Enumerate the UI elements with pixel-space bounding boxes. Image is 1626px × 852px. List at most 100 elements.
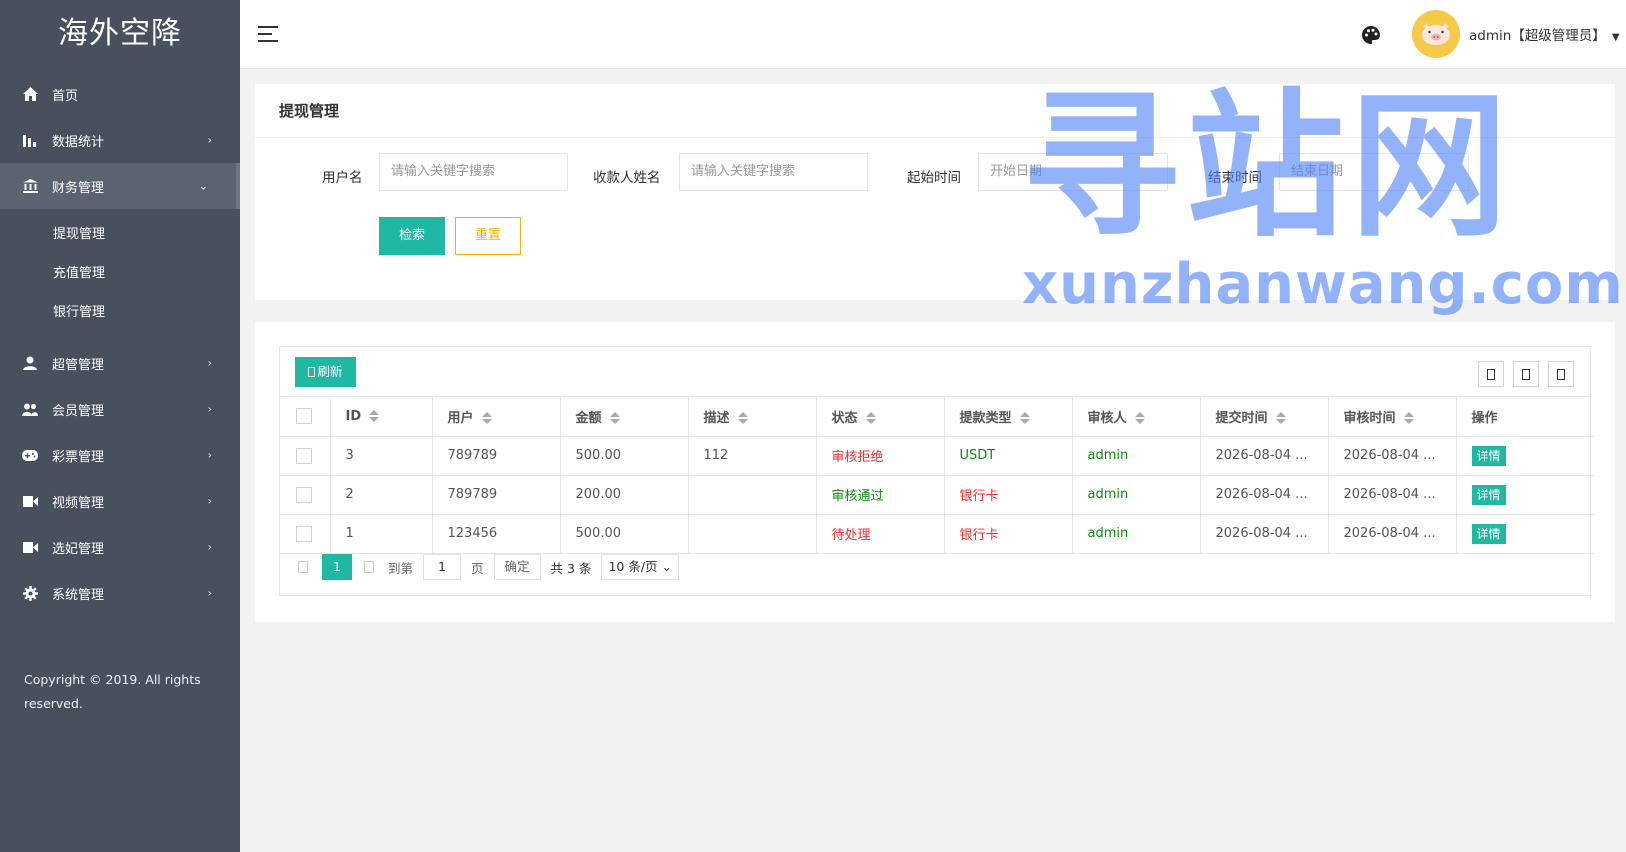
page-current[interactable]: 1 — [322, 554, 352, 580]
palette-icon[interactable] — [1362, 26, 1380, 44]
sidebar-item-select[interactable]: 选妃管理 › — [0, 524, 240, 570]
sidebar-item-home[interactable]: 首页 — [0, 71, 240, 117]
payee-label: 收款人姓名 — [593, 170, 661, 186]
avatar[interactable] — [1412, 10, 1460, 58]
refresh-label: 刷新 — [317, 364, 343, 379]
column-header-desc[interactable]: 描述 — [688, 397, 817, 437]
row-checkbox[interactable] — [296, 447, 312, 464]
sort-icon[interactable] — [1275, 412, 1286, 425]
chevron-right-icon: › — [207, 402, 212, 416]
sidebar-item-label: 彩票管理 — [52, 449, 105, 465]
column-header-action: 操作 — [1456, 397, 1594, 437]
sort-icon[interactable] — [609, 412, 620, 425]
detail-button[interactable]: 详情 — [1471, 445, 1506, 466]
column-label: 提款类型 — [959, 410, 1012, 426]
column-header-type[interactable]: 提款类型 — [944, 397, 1073, 437]
cell-action: 详情 — [1456, 436, 1594, 476]
column-header-amount[interactable]: 金额 — [560, 397, 689, 437]
withdraw-table: ID 用户 金额 描述 状态 提款类型 审核人 提交时间 审核时间 操作 3 7… — [280, 397, 1594, 554]
detail-button[interactable]: 详情 — [1471, 484, 1506, 505]
gamepad-icon — [22, 447, 38, 463]
prev-page-icon[interactable] — [298, 561, 308, 573]
bank-icon — [22, 178, 38, 194]
gear-icon — [22, 585, 38, 601]
goto-page-input[interactable]: 1 — [423, 554, 462, 580]
video-icon — [22, 539, 38, 555]
user-menu[interactable]: admin【超级管理员】 ▼ — [1469, 24, 1620, 44]
detail-button[interactable]: 详情 — [1471, 523, 1506, 544]
sidebar-subitem-recharge[interactable]: 充值管理 — [0, 254, 240, 293]
reset-button[interactable]: 重置 — [455, 217, 521, 255]
cell-user: 789789 — [432, 436, 561, 476]
sidebar-item-system[interactable]: 系统管理 › — [0, 570, 240, 616]
chevron-down-icon: ⌄ — [198, 179, 208, 193]
chevron-right-icon: › — [207, 494, 212, 508]
username-input[interactable]: 请输入关键字搜索 — [379, 153, 568, 191]
row-select-cell — [280, 436, 331, 476]
column-header-review-time[interactable]: 审核时间 — [1328, 397, 1457, 437]
sidebar-item-stats[interactable]: 数据统计 › — [0, 117, 240, 163]
sort-icon[interactable] — [369, 410, 380, 423]
sidebar-item-finance[interactable]: 财务管理 ⌄ — [0, 163, 240, 209]
sort-icon[interactable] — [737, 412, 748, 425]
cell-submit-time: 2026-08-04 ... — [1200, 475, 1329, 515]
page-size-select[interactable]: 10 条/页 ⌄ — [601, 554, 680, 580]
sidebar-item-label: 首页 — [52, 88, 79, 104]
export-icon[interactable] — [1513, 361, 1539, 387]
username-label: 用户名 — [322, 170, 363, 186]
sidebar-item-admins[interactable]: 超管管理 › — [0, 340, 240, 386]
finance-submenu: 提现管理 充值管理 银行管理 — [0, 209, 240, 340]
chevron-down-icon: ⌄ — [661, 559, 673, 574]
top-header: admin【超级管理员】 ▼ — [240, 0, 1626, 69]
sidebar-subitem-bank[interactable]: 银行管理 — [0, 293, 240, 332]
sort-icon[interactable] — [1403, 412, 1414, 425]
row-select-cell — [280, 475, 331, 515]
menu-toggle-icon[interactable] — [258, 26, 278, 42]
sort-icon[interactable] — [481, 412, 492, 425]
column-header-status[interactable]: 状态 — [816, 397, 945, 437]
sidebar-item-lottery[interactable]: 彩票管理 › — [0, 432, 240, 478]
table-panel: 刷新 ID 用户 金额 描述 状态 提款类型 审核人 提交时间 审核时间 操作 … — [255, 322, 1615, 622]
sidebar-subitem-withdraw[interactable]: 提现管理 — [0, 215, 240, 254]
sidebar-item-label: 财务管理 — [52, 180, 105, 196]
cell-reviewer: admin — [1072, 436, 1201, 476]
row-checkbox[interactable] — [296, 525, 312, 542]
sort-icon[interactable] — [1134, 412, 1145, 425]
row-checkbox[interactable] — [296, 486, 312, 503]
select-all-checkbox[interactable] — [296, 408, 312, 425]
chevron-right-icon: › — [207, 586, 212, 600]
sidebar-item-members[interactable]: 会员管理 › — [0, 386, 240, 432]
sidebar-item-video[interactable]: 视频管理 › — [0, 478, 240, 524]
cell-user: 789789 — [432, 475, 561, 515]
goto-label: 到第 — [388, 560, 414, 576]
column-header-submit-time[interactable]: 提交时间 — [1200, 397, 1329, 437]
column-label: ID — [345, 408, 362, 424]
cell-amount: 200.00 — [560, 475, 689, 515]
chevron-right-icon: › — [207, 448, 212, 462]
table-row: 2 789789 200.00 审核通过 银行卡 admin 2026-08-0… — [280, 475, 1594, 515]
columns-filter-icon[interactable] — [1478, 361, 1504, 387]
bar-chart-icon — [22, 132, 38, 148]
cell-reviewer: admin — [1072, 475, 1201, 515]
chevron-right-icon: › — [207, 540, 212, 554]
sort-icon[interactable] — [1019, 412, 1030, 425]
column-header-id[interactable]: ID — [330, 397, 433, 437]
goto-confirm-button[interactable]: 确定 — [493, 554, 541, 580]
column-header-user[interactable]: 用户 — [432, 397, 561, 437]
home-icon — [22, 86, 38, 102]
select-all-cell — [280, 397, 331, 437]
column-label: 审核时间 — [1343, 410, 1396, 426]
cell-type: USDT — [944, 436, 1073, 476]
sort-icon[interactable] — [865, 412, 876, 425]
copyright-text: Copyright © 2019. All rights reserved. — [24, 672, 201, 711]
refresh-button[interactable]: 刷新 — [295, 357, 356, 387]
next-page-icon[interactable] — [364, 561, 374, 573]
watermark-text: 寻站网 — [1022, 75, 1514, 259]
search-button[interactable]: 检索 — [379, 217, 445, 255]
print-icon[interactable] — [1548, 361, 1574, 387]
payee-input[interactable]: 请输入关键字搜索 — [679, 153, 868, 191]
cell-action: 详情 — [1456, 475, 1594, 515]
column-header-reviewer[interactable]: 审核人 — [1072, 397, 1201, 437]
sidebar-item-label: 超管管理 — [52, 357, 105, 373]
table-row: 3 789789 500.00 112 审核拒绝 USDT admin 2026… — [280, 436, 1594, 476]
